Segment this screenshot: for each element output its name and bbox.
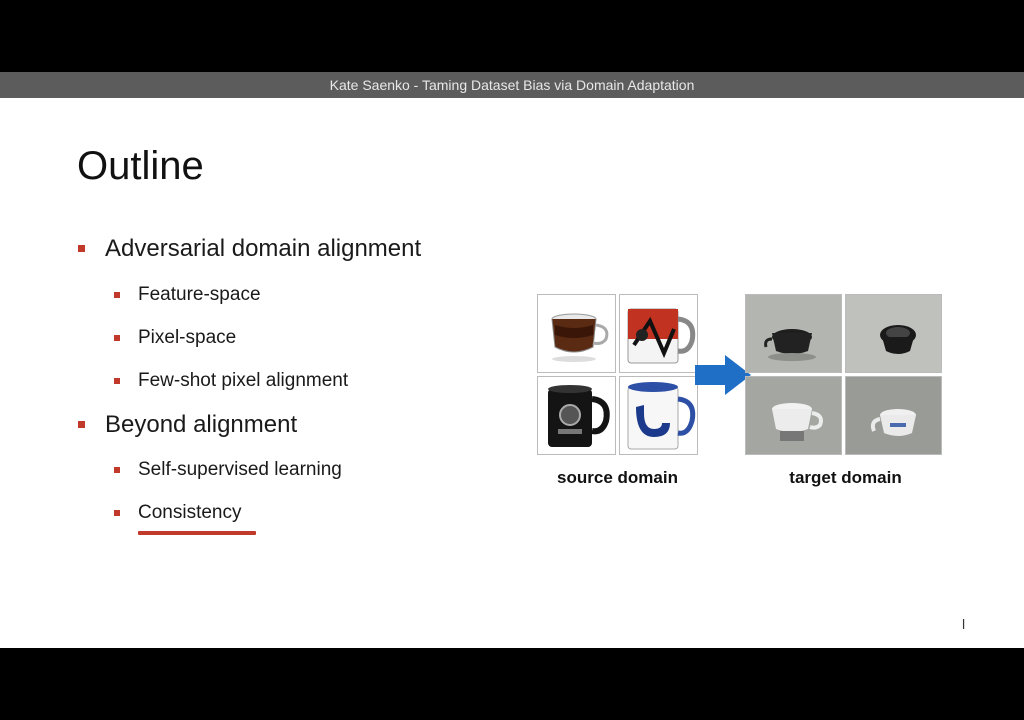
target-white-cup-dark-image	[845, 376, 942, 455]
bullet-label: Adversarial domain alignment	[105, 235, 422, 262]
bullet-adversarial-alignment: Adversarial domain alignment	[78, 235, 422, 263]
source-domain-images	[537, 294, 698, 455]
subbullet-label: Feature-space	[138, 284, 261, 305]
target-domain-caption: target domain	[789, 468, 902, 487]
subbullet-consistency: Consistency	[114, 502, 242, 524]
page-marker: l	[962, 616, 966, 632]
bullet-marker	[114, 378, 120, 384]
subbullet-feature-space: Feature-space	[114, 284, 261, 306]
video-letterbox-top	[0, 0, 1024, 72]
red-mug-image	[619, 294, 698, 373]
black-mug-image	[537, 376, 616, 455]
subbullet-label: Pixel-space	[138, 327, 237, 348]
subbullet-pixel-space: Pixel-space	[114, 327, 237, 349]
glass-mug-image	[537, 294, 616, 373]
subbullet-label: Self-supervised learning	[138, 459, 342, 480]
video-letterbox-bottom	[0, 648, 1024, 720]
source-domain-caption: source domain	[557, 468, 678, 487]
subbullet-few-shot: Few-shot pixel alignment	[114, 370, 349, 392]
bullet-marker	[114, 467, 120, 473]
subbullet-self-supervised: Self-supervised learning	[114, 459, 342, 481]
subbullet-label: Consistency	[138, 502, 242, 523]
target-black-cup-top-image	[845, 294, 942, 373]
bullet-marker	[114, 510, 120, 516]
video-title-bar: Kate Saenko - Taming Dataset Bias via Do…	[0, 72, 1024, 98]
video-title: Kate Saenko - Taming Dataset Bias via Do…	[329, 77, 695, 93]
slide-heading: Outline	[77, 144, 204, 188]
target-domain-images	[745, 294, 942, 455]
target-black-cup-image	[745, 294, 842, 373]
highlight-underline	[138, 531, 256, 535]
bullet-beyond-alignment: Beyond alignment	[78, 411, 298, 439]
right-arrow-icon	[695, 355, 751, 395]
bullet-marker	[78, 245, 85, 252]
blue-white-mug-image	[619, 376, 698, 455]
bullet-marker	[114, 335, 120, 341]
bullet-marker	[78, 421, 85, 428]
subbullet-label: Few-shot pixel alignment	[138, 370, 349, 391]
target-white-cup-image	[745, 376, 842, 455]
bullet-label: Beyond alignment	[105, 411, 298, 438]
bullet-marker	[114, 292, 120, 298]
slide: Outline Adversarial domain alignment Fea…	[0, 98, 1024, 648]
